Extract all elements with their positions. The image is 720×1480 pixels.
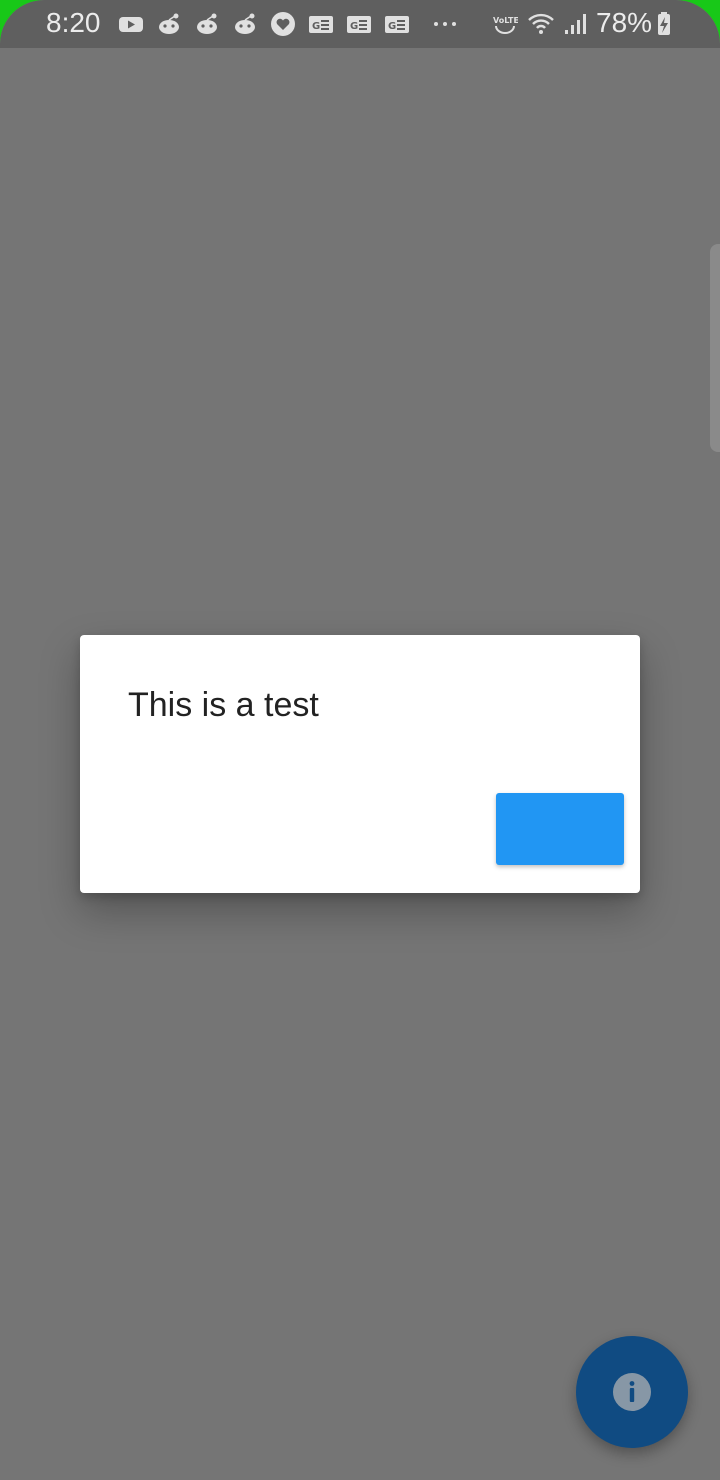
app-heart-icon [270,12,296,36]
alert-dialog: This is a test [80,635,640,893]
youtube-icon [118,12,144,36]
news-icon: G [384,12,410,36]
status-time: 8:20 [46,7,101,38]
signal-icon [562,12,588,36]
reddit-icon [194,12,220,36]
dialog-title: This is a test [128,686,319,724]
edge-panel-handle[interactable] [710,244,720,452]
status-bar: 8:20 G G G VoLTE 78% [0,0,720,48]
battery-percent: 78% [596,7,653,38]
info-icon [613,1373,651,1411]
info-fab[interactable] [576,1336,688,1448]
svg-text:G: G [388,21,396,32]
app-screen: 8:20 G G G VoLTE 78% This is a test [0,0,720,1480]
dialog-action-button[interactable] [496,793,624,865]
more-dots-icon [432,12,458,36]
reddit-icon [156,12,182,36]
svg-text:G: G [350,21,358,32]
battery-charging-icon [654,12,674,36]
volte-icon: VoLTE [492,12,518,36]
news-icon: G [308,12,334,36]
reddit-icon [232,12,258,36]
svg-text:G: G [312,21,320,32]
wifi-icon [528,12,554,36]
svg-text:VoLTE: VoLTE [493,16,518,25]
news-icon: G [346,12,372,36]
